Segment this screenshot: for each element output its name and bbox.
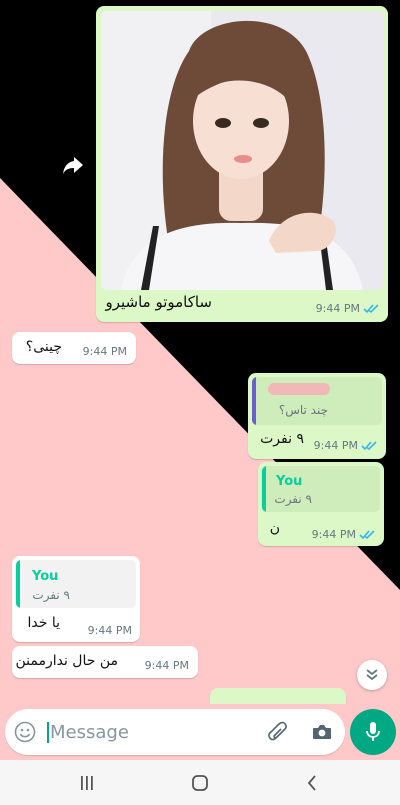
message-text: ن (269, 520, 280, 536)
composer-bar: Message (0, 704, 400, 760)
image-caption: ساکاموتو ماشیرو (105, 293, 212, 311)
system-nav-bar (0, 760, 400, 805)
quoted-message[interactable]: You ۹ نفرت (16, 560, 136, 608)
back-icon[interactable] (295, 770, 329, 796)
message-time: 9:44 PM (82, 345, 127, 358)
portrait-image (101, 11, 383, 290)
scroll-to-bottom-button[interactable] (357, 660, 387, 690)
quote-text: ۹ نفرت (32, 588, 70, 602)
quote-bar (262, 466, 266, 512)
message-text: ۹ نفرت (260, 431, 304, 447)
read-ticks-icon (359, 529, 375, 539)
message-incoming[interactable]: من حال ندارممنن 9:44 PM (12, 646, 198, 678)
paperclip-icon[interactable] (265, 720, 291, 744)
chevron-double-down-icon (366, 669, 378, 681)
message-reply-incoming[interactable]: You ۹ نفرت یا خدا 9:44 PM (12, 556, 140, 642)
message-incoming[interactable]: چینی؟ 9:44 PM (12, 332, 136, 364)
message-image-outgoing[interactable]: ساکاموتو ماشیرو 9:44 PM (96, 6, 388, 322)
quote-bar (252, 377, 256, 425)
message-time: 9:44 PM (311, 528, 356, 541)
home-icon[interactable] (183, 770, 217, 796)
message-reply-outgoing[interactable]: You ۹ نفرت ن 9:44 PM (258, 462, 384, 546)
read-ticks-icon (361, 440, 377, 450)
quoted-message[interactable]: You ۹ نفرت (262, 466, 380, 512)
message-time: 9:44 PM (87, 624, 132, 637)
message-reply-outgoing[interactable]: چند تاس؟ ۹ نفرت 9:44 PM (248, 373, 386, 459)
quote-sender: You (276, 474, 303, 489)
camera-icon[interactable] (309, 720, 335, 744)
message-photo[interactable] (101, 11, 383, 290)
message-meta: 9:44 PM (316, 302, 379, 315)
quote-sender-redacted (268, 383, 330, 395)
emoji-icon[interactable] (13, 720, 37, 744)
quote-text: ۹ نفرت (274, 492, 312, 506)
message-text: یا خدا (27, 615, 60, 631)
quote-text: چند تاس؟ (278, 403, 328, 417)
mic-button[interactable] (350, 709, 396, 755)
message-input-box[interactable]: Message (5, 709, 345, 755)
quoted-message[interactable]: چند تاس؟ (252, 377, 382, 425)
message-input[interactable]: Message (50, 722, 129, 743)
message-time: 9:44 PM (315, 302, 360, 315)
recents-icon[interactable] (70, 770, 104, 796)
message-time: 9:44 PM (144, 659, 189, 672)
message-text: چینی؟ (25, 339, 62, 355)
mic-icon (366, 722, 380, 741)
read-ticks-icon (363, 303, 379, 313)
message-text: من حال ندارممنن (15, 653, 118, 669)
text-cursor (47, 722, 49, 743)
message-time: 9:44 PM (313, 439, 358, 452)
quote-sender: You (32, 569, 59, 584)
forward-icon[interactable] (58, 150, 88, 180)
message-meta: 9:44 PM (314, 439, 377, 452)
message-meta: 9:44 PM (312, 528, 375, 541)
quote-bar (16, 560, 20, 608)
